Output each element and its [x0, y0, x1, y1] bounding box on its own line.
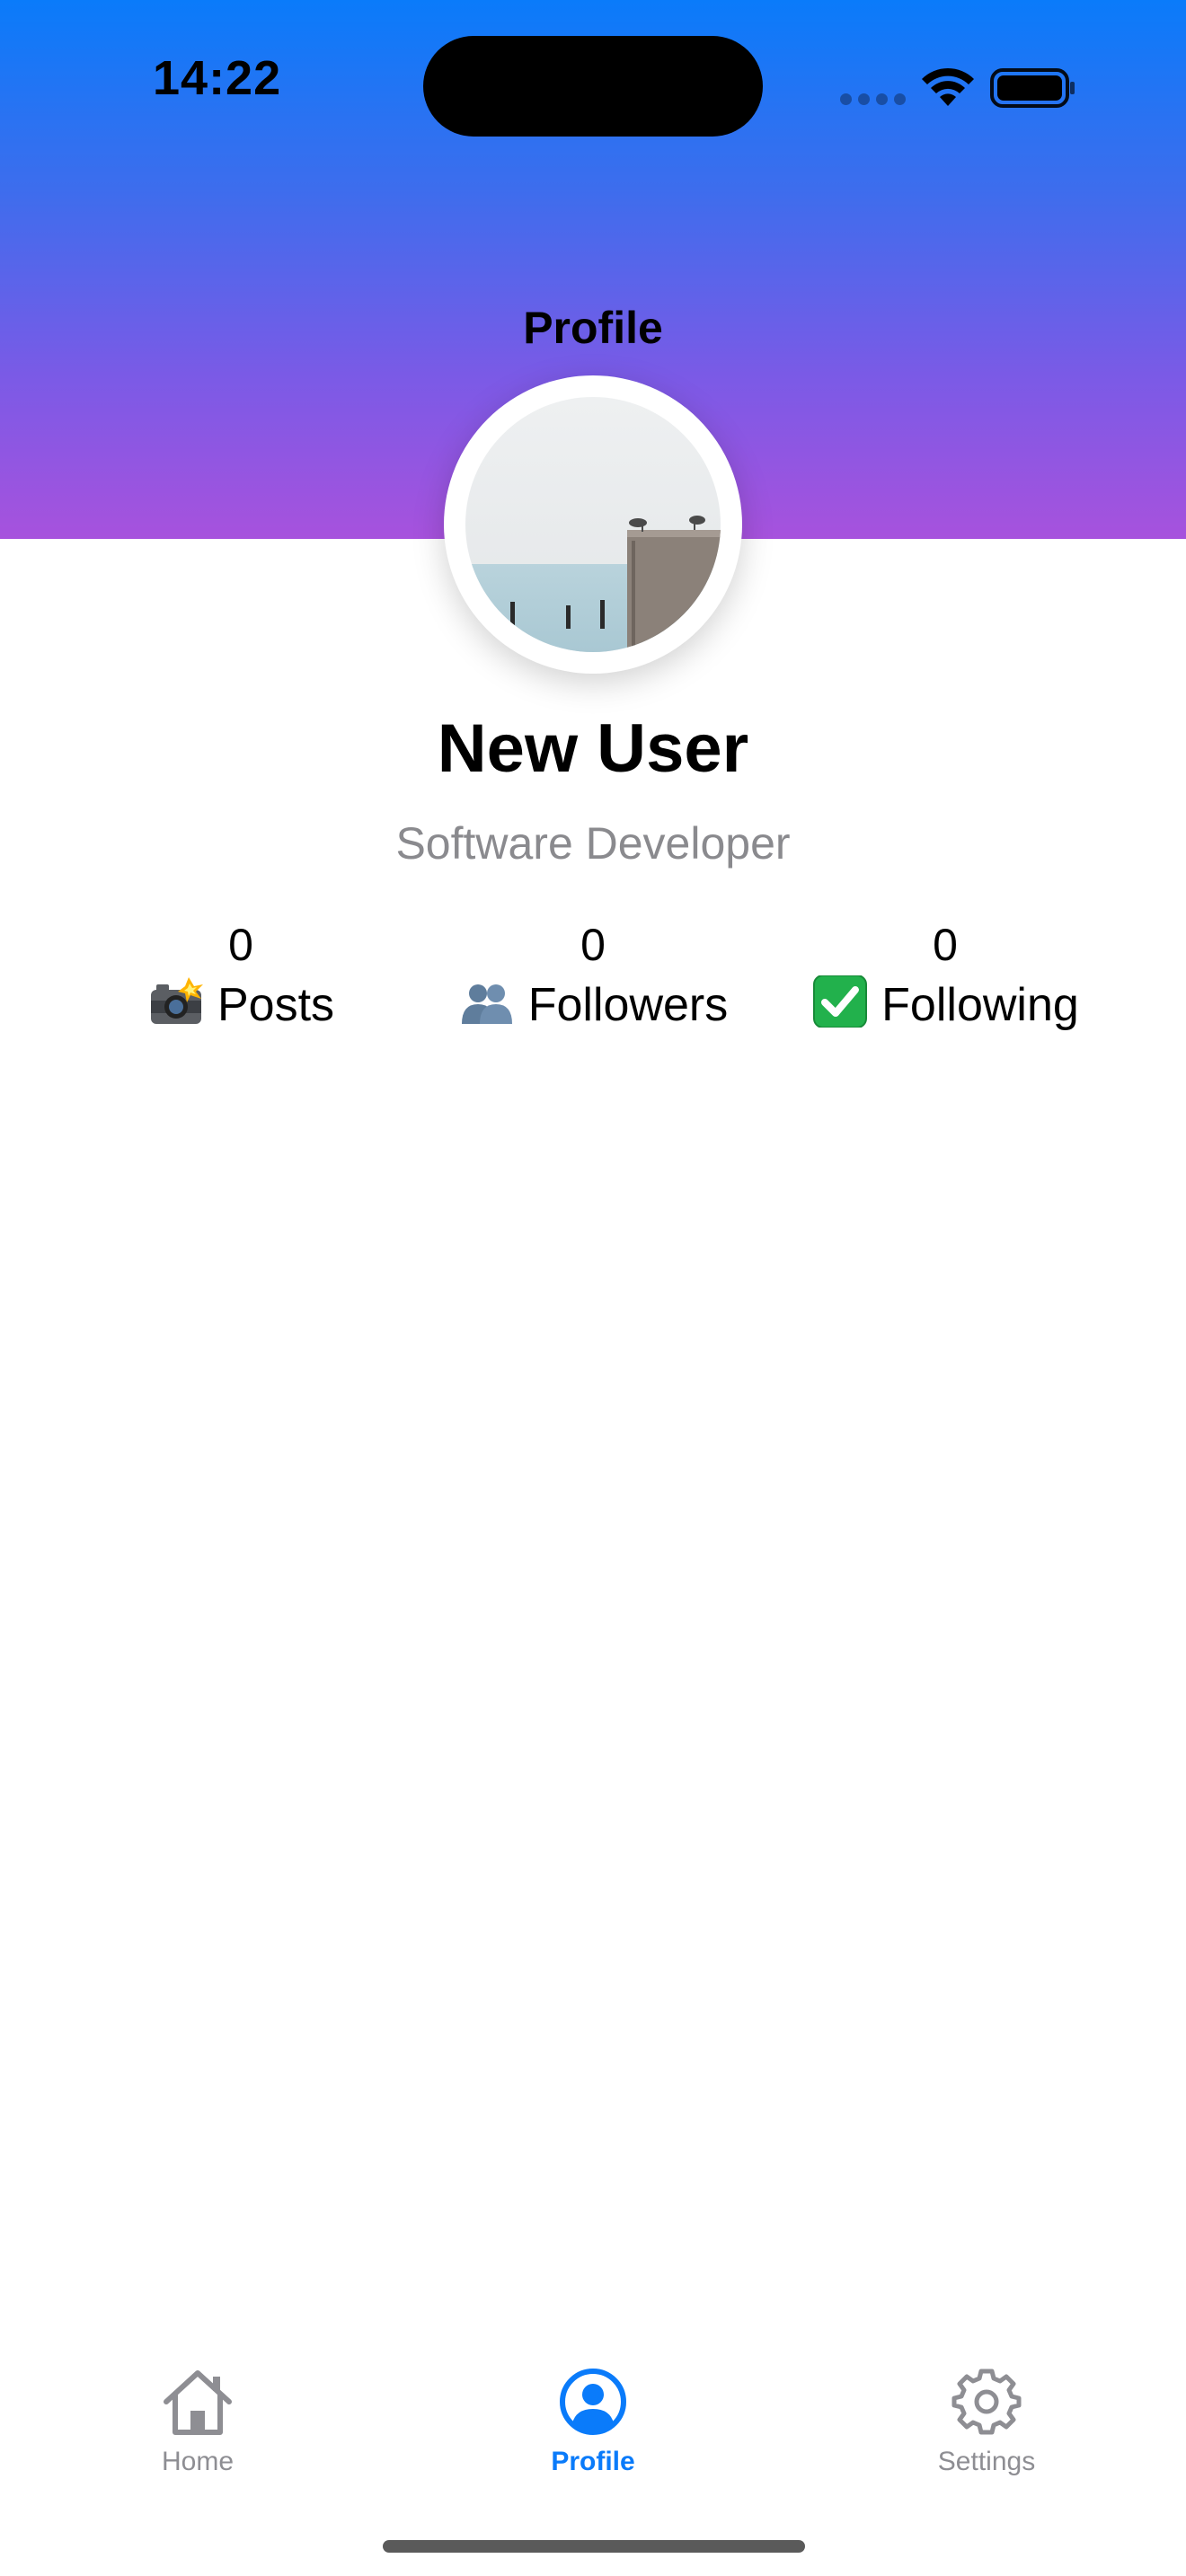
user-subtitle: Software Developer: [395, 818, 791, 869]
stat-count: 0: [580, 920, 606, 970]
profile-screen: 14:22 Profile New User Software Develope…: [0, 0, 1186, 2576]
stat-followers[interactable]: 0 Followers: [395, 916, 791, 1037]
tab-profile[interactable]: Profile: [485, 2364, 701, 2477]
camera-flash-emoji-icon: [150, 977, 203, 1024]
status-time: 14:22: [153, 51, 282, 105]
stat-following[interactable]: 0 Following: [748, 916, 1143, 1037]
check-mark-emoji-icon: [813, 975, 868, 1028]
home-indicator[interactable]: [383, 2540, 805, 2553]
tab-label: Profile: [551, 2447, 635, 2476]
stat-label: Followers: [527, 979, 729, 1031]
person-circle-icon: [560, 2369, 626, 2435]
gear-icon: [951, 2369, 1022, 2435]
dynamic-island: [423, 36, 763, 137]
user-name: New User: [437, 710, 749, 787]
stat-posts[interactable]: 0 Posts: [43, 916, 438, 1037]
navigation-title: Profile: [523, 303, 663, 353]
battery-icon: [990, 68, 1075, 108]
stat-count: 0: [228, 920, 253, 970]
tab-settings[interactable]: Settings: [879, 2364, 1094, 2477]
avatar-photo: [465, 397, 721, 652]
wifi-icon: [922, 67, 974, 106]
tab-label: Settings: [937, 2447, 1036, 2476]
tab-home[interactable]: Home: [90, 2364, 305, 2477]
people-emoji-icon: [461, 984, 512, 1024]
stat-count: 0: [933, 920, 958, 970]
tab-label: Home: [161, 2447, 235, 2476]
cellular-signal-icon: [840, 93, 906, 105]
stat-label: Following: [881, 979, 1079, 1031]
house-icon: [164, 2370, 232, 2435]
avatar[interactable]: [444, 375, 742, 674]
stat-label: Posts: [217, 979, 335, 1031]
